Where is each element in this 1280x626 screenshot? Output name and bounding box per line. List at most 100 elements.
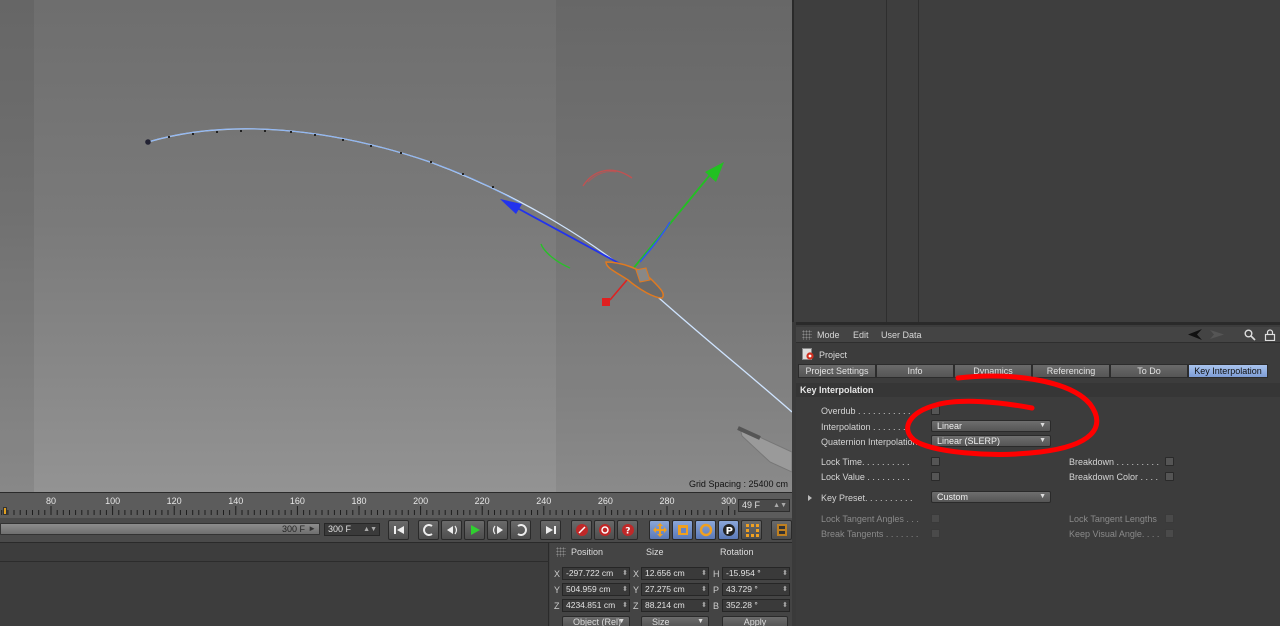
menu-edit[interactable]: Edit: [853, 330, 869, 340]
move-icon[interactable]: [649, 520, 670, 540]
path-key-markers: [168, 130, 494, 188]
scale-icon[interactable]: [672, 520, 693, 540]
object-header: Project: [796, 346, 1280, 362]
spinner-icon[interactable]: ⬍: [622, 584, 628, 595]
tab-to-do[interactable]: To Do: [1110, 364, 1188, 378]
expand-triangle-icon[interactable]: [808, 495, 812, 501]
svg-text:P: P: [725, 526, 732, 537]
size-x-field[interactable]: 12.656 cm ⬍: [641, 567, 709, 580]
tick-label: 280: [659, 496, 675, 506]
tab-referencing[interactable]: Referencing: [1032, 364, 1110, 378]
z-axis-line[interactable]: [507, 202, 625, 267]
spinner-icon[interactable]: ⬍: [701, 584, 707, 595]
rotate-icon[interactable]: [695, 520, 716, 540]
spinner-icon[interactable]: ⬍: [622, 600, 628, 611]
object-manager-panel[interactable]: [792, 0, 1280, 322]
end-frame-value: 300 F: [328, 524, 352, 534]
coordinate-mode-dropdown[interactable]: Object (Rel) ▼: [562, 616, 630, 626]
overdub-checkbox[interactable]: [931, 406, 940, 415]
apply-button[interactable]: Apply: [722, 616, 788, 626]
lock-tangent-angles-label: Lock Tangent Angles . . .: [821, 514, 919, 524]
tab-dynamics[interactable]: Dynamics: [954, 364, 1032, 378]
parameter-icon[interactable]: P: [718, 520, 739, 540]
lock-icon[interactable]: [1264, 329, 1276, 341]
next-key-icon[interactable]: [510, 520, 531, 540]
secondary-object[interactable]: [737, 426, 792, 473]
end-frame-field[interactable]: 300 F ▲▼: [324, 523, 380, 536]
coordinate-manager-area: Position Size Rotation X -297.722 cm ⬍ X …: [0, 543, 792, 626]
position-y-field[interactable]: 504.959 cm ⬍: [562, 583, 630, 596]
panel-grip-icon[interactable]: [556, 547, 566, 557]
autokey-icon[interactable]: [594, 520, 615, 540]
chevron-down-icon: ▼: [618, 618, 625, 625]
quaternion-interpolation-label: Quaternion Interpolation: [821, 437, 918, 447]
play-icon[interactable]: [464, 520, 485, 540]
chevron-down-icon: ▼: [1039, 437, 1046, 444]
rotation-b-field[interactable]: 352.28 ° ⬍: [722, 599, 790, 612]
3d-viewport[interactable]: Grid Spacing : 25400 cm: [0, 0, 792, 492]
back-arrow-icon[interactable]: [1188, 329, 1202, 340]
step-forward-icon[interactable]: [487, 520, 508, 540]
spinner-icon[interactable]: ▲▼: [773, 500, 787, 511]
record-icon[interactable]: [571, 520, 592, 540]
lock-tangent-lengths-checkbox[interactable]: [1165, 514, 1174, 523]
tab-project-settings[interactable]: Project Settings: [798, 364, 876, 378]
keep-visual-angle-checkbox[interactable]: [1165, 529, 1174, 538]
frame-ruler[interactable]: 80 100 120 140 160 180 200 220 240 260 280 300: [0, 493, 736, 519]
timeline-ruler[interactable]: 80 100 120 140 160 180 200 220 240 260 280 300 49 F…: [0, 492, 792, 518]
size-y-field[interactable]: 27.275 cm ⬍: [641, 583, 709, 596]
breakdown-label: Breakdown . . . . . . . . .: [1069, 457, 1160, 467]
viewport-scene[interactable]: [0, 0, 792, 492]
spinner-icon[interactable]: ⬍: [782, 568, 788, 579]
current-frame-field[interactable]: 49 F ▲▼: [738, 499, 790, 512]
timeline-icon[interactable]: [771, 520, 792, 540]
rotation-arc-green[interactable]: [540, 243, 571, 269]
rotation-p-field[interactable]: 43.729 ° ⬍: [722, 583, 790, 596]
lock-tangent-angles-checkbox[interactable]: [931, 514, 940, 523]
spinner-icon[interactable]: ⬍: [782, 600, 788, 611]
rotation-h-field[interactable]: -15.954 ° ⬍: [722, 567, 790, 580]
forward-arrow-icon[interactable]: [1206, 329, 1224, 340]
break-tangents-checkbox[interactable]: [931, 529, 940, 538]
tab-info[interactable]: Info: [876, 364, 954, 378]
position-x-field[interactable]: -297.722 cm ⬍: [562, 567, 630, 580]
quaternion-interpolation-dropdown[interactable]: Linear (SLERP) ▼: [931, 435, 1051, 447]
tick-label: 160: [289, 496, 305, 506]
motion-path[interactable]: [147, 128, 792, 413]
breakdown-checkbox[interactable]: [1165, 457, 1174, 466]
spinner-icon[interactable]: ⬍: [622, 568, 628, 579]
go-to-end-icon[interactable]: [540, 520, 561, 540]
rotation-arc-red[interactable]: [582, 169, 633, 187]
point-level-icon[interactable]: [741, 520, 762, 540]
search-icon[interactable]: [1244, 329, 1256, 341]
frame-range-slider[interactable]: 300 F ►: [0, 523, 320, 535]
spinner-icon[interactable]: ⬍: [782, 584, 788, 595]
rotation-header: Rotation: [720, 547, 754, 557]
lock-value-checkbox[interactable]: [931, 472, 940, 481]
go-to-start-icon[interactable]: [388, 520, 409, 540]
x-axis-handle[interactable]: [602, 298, 610, 306]
lock-time-checkbox[interactable]: [931, 457, 940, 466]
size-mode-dropdown[interactable]: Size ▼: [641, 616, 709, 626]
breakdown-color-checkbox[interactable]: [1165, 472, 1174, 481]
spinner-icon[interactable]: ⬍: [701, 568, 707, 579]
interpolation-dropdown[interactable]: Linear ▼: [931, 420, 1051, 432]
range-arrow-icon: ►: [308, 524, 316, 533]
spinner-icon[interactable]: ▲▼: [363, 524, 377, 535]
y-axis-line[interactable]: [631, 169, 715, 271]
step-back-icon[interactable]: [441, 520, 462, 540]
position-z-field[interactable]: 4234.851 cm ⬍: [562, 599, 630, 612]
size-z-field[interactable]: 88.214 cm ⬍: [641, 599, 709, 612]
key-preset-dropdown[interactable]: Custom ▼: [931, 491, 1051, 503]
menu-mode[interactable]: Mode: [817, 330, 840, 340]
y-axis-arrow[interactable]: [705, 162, 724, 182]
playhead-marker[interactable]: [3, 507, 7, 515]
tab-key-interpolation[interactable]: Key Interpolation: [1188, 364, 1268, 378]
spinner-icon[interactable]: ⬍: [701, 600, 707, 611]
prev-key-icon[interactable]: [418, 520, 439, 540]
menu-user-data[interactable]: User Data: [881, 330, 922, 340]
keyframe-selection-icon[interactable]: ?: [617, 520, 638, 540]
size-mode-value: Size: [652, 617, 670, 626]
path-start-point[interactable]: [145, 139, 151, 145]
panel-grip-icon[interactable]: [802, 330, 812, 340]
